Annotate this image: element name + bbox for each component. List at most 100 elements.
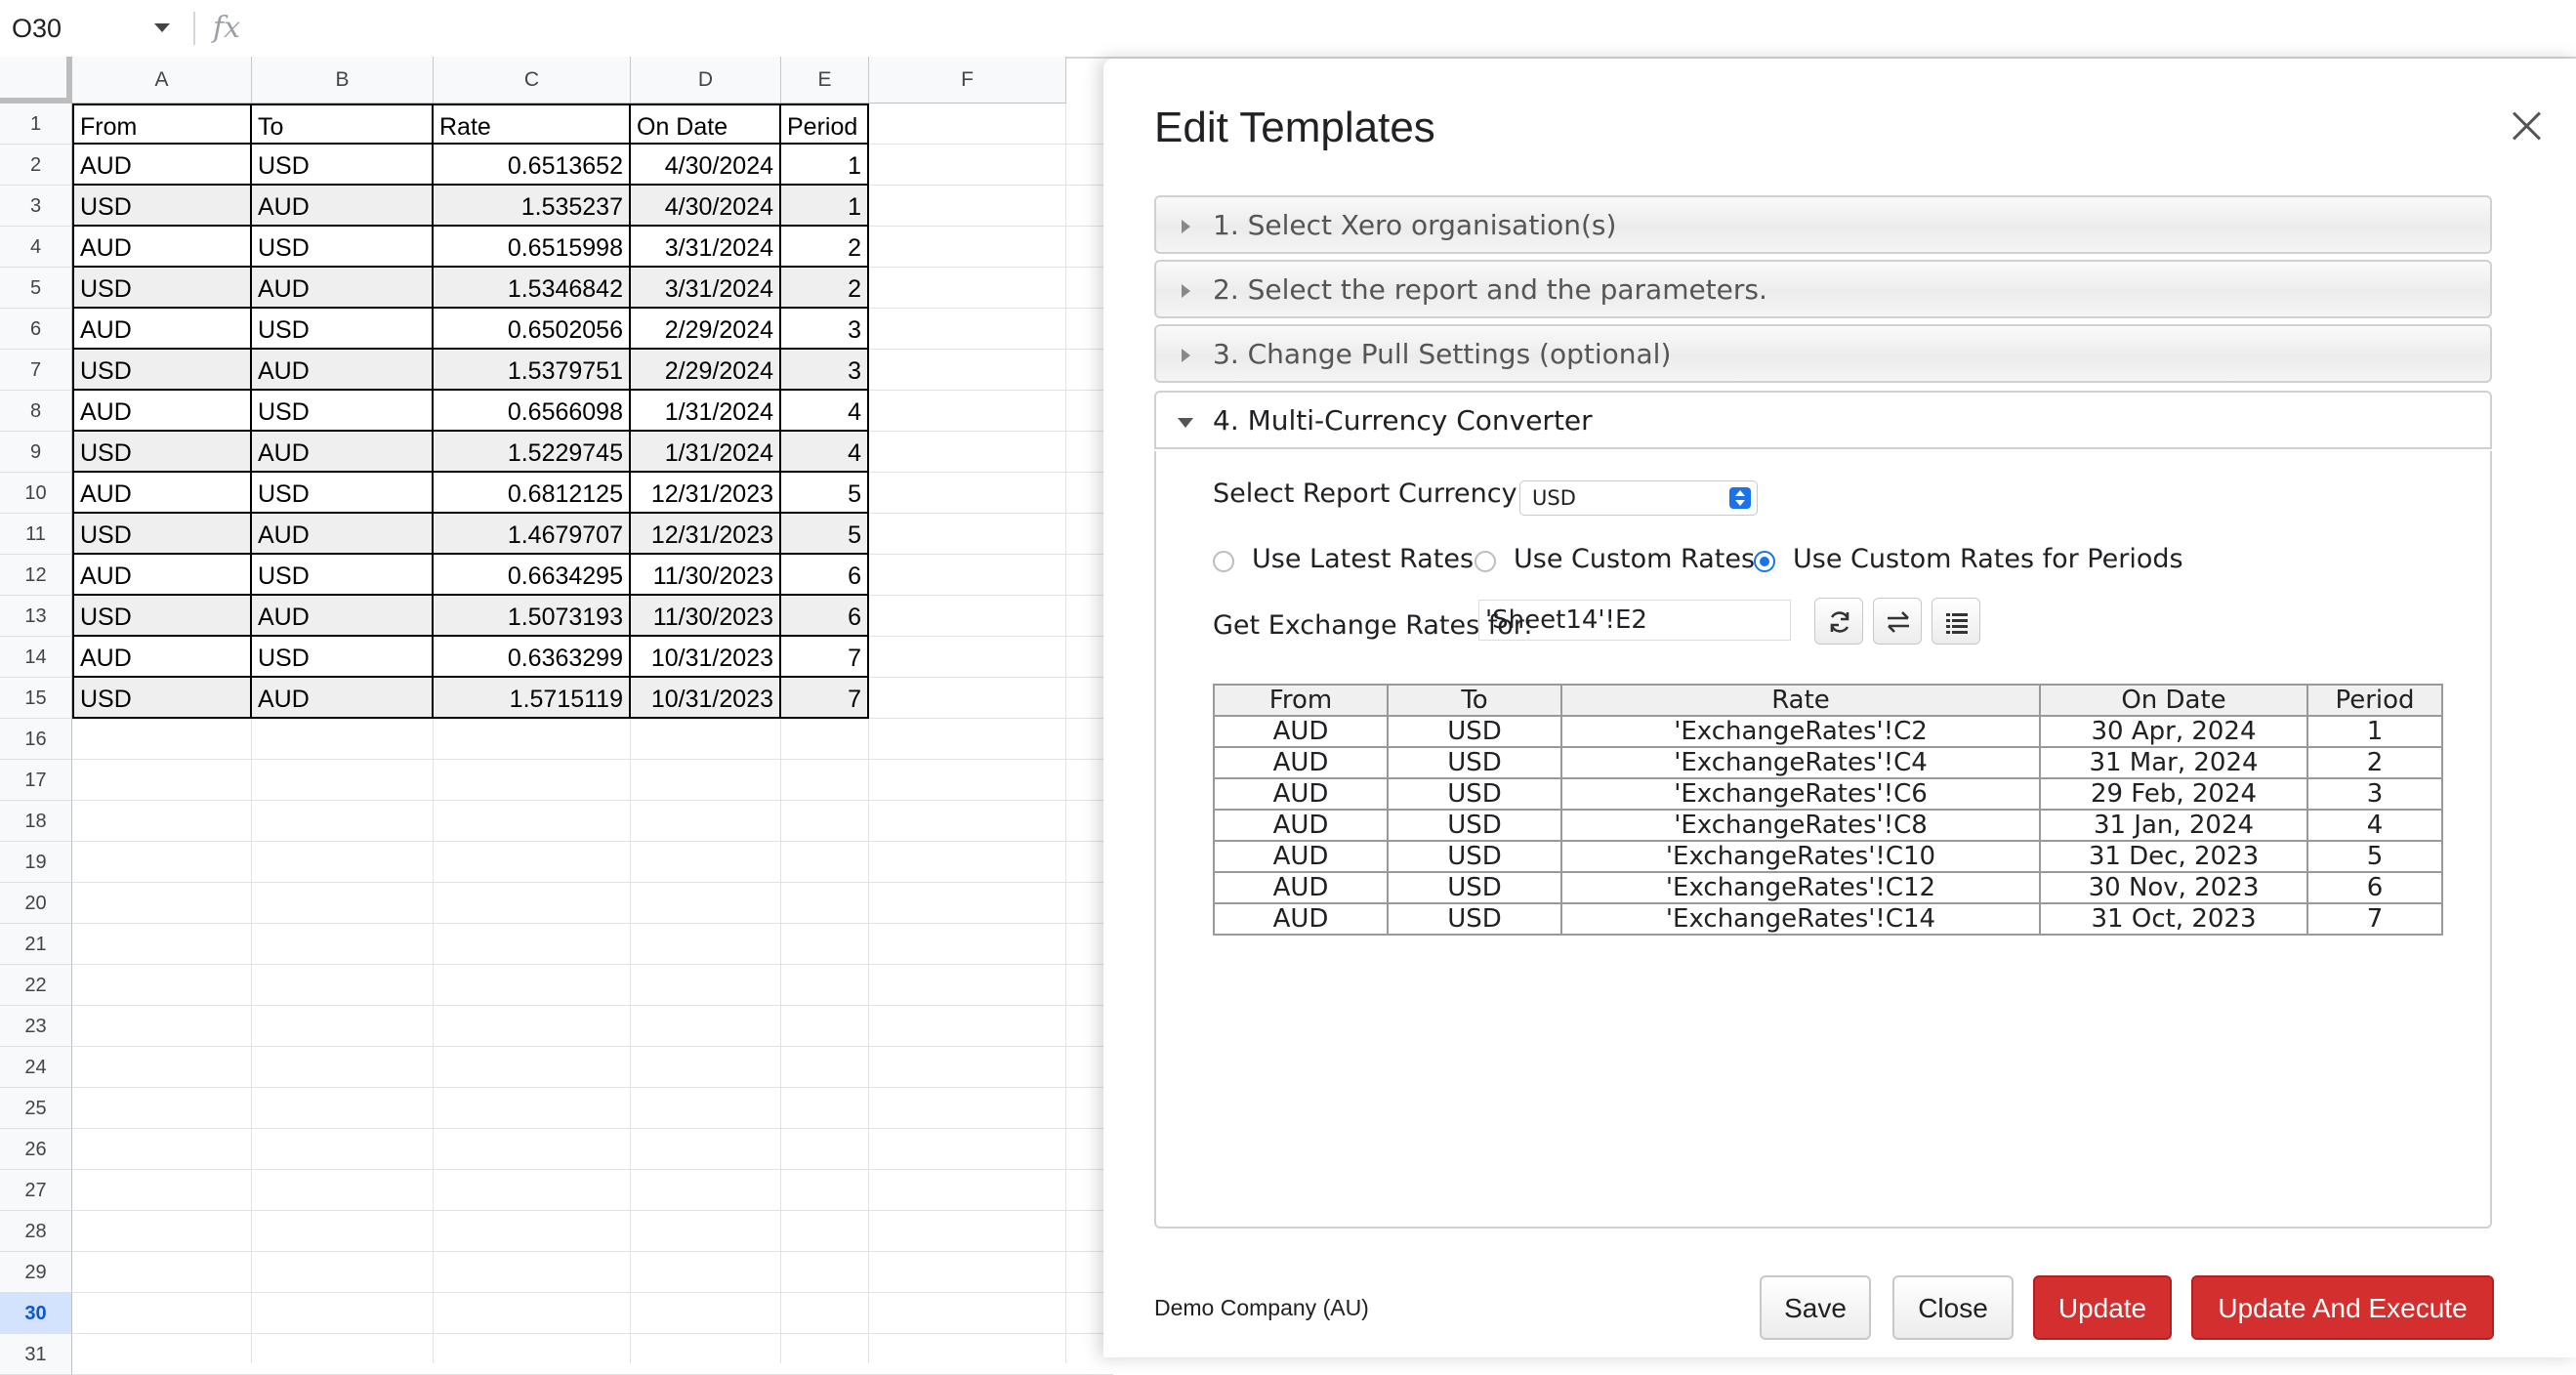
currency-select[interactable]: USD <box>1519 480 1758 516</box>
row-header[interactable]: 1 <box>0 104 72 145</box>
table-cell[interactable]: AUD <box>252 350 434 391</box>
table-cell[interactable]: AUD <box>252 514 434 555</box>
table-cell[interactable]: 3 <box>781 309 869 350</box>
header-cell[interactable]: Period <box>781 104 869 145</box>
swap-button[interactable] <box>1873 598 1922 645</box>
table-cell[interactable]: USD <box>72 596 252 637</box>
spreadsheet-grid[interactable]: ABCDEF 1 2 3 4 5 6 7 8 9 10 11 12 13 14 15 16 17 18 19 20 21… <box>0 57 1113 1375</box>
table-cell[interactable]: 0.6515998 <box>434 227 631 268</box>
table-cell[interactable]: 3 <box>781 350 869 391</box>
table-cell[interactable]: 2/29/2024 <box>631 350 781 391</box>
table-cell[interactable]: 4 <box>781 432 869 473</box>
name-box[interactable]: O30 <box>12 10 178 47</box>
table-cell[interactable]: 1.535237 <box>434 186 631 227</box>
row-header[interactable]: 14 <box>0 637 72 678</box>
table-cell[interactable]: 1.4679707 <box>434 514 631 555</box>
row-header[interactable]: 12 <box>0 555 72 596</box>
table-cell[interactable]: AUD <box>72 145 252 186</box>
row-header[interactable]: 9 <box>0 432 72 473</box>
column-header[interactable]: F <box>869 57 1066 104</box>
select-all-corner[interactable] <box>0 57 73 104</box>
row-header[interactable]: 13 <box>0 596 72 637</box>
header-cell[interactable]: Rate <box>434 104 631 145</box>
column-header[interactable]: A <box>72 57 252 104</box>
table-cell[interactable]: 0.6812125 <box>434 473 631 514</box>
row-header[interactable]: 7 <box>0 350 72 391</box>
column-header[interactable]: C <box>434 57 631 104</box>
column-header[interactable]: B <box>252 57 434 104</box>
list-button[interactable] <box>1932 598 1980 645</box>
table-cell[interactable]: USD <box>252 227 434 268</box>
row-header[interactable]: 10 <box>0 473 72 514</box>
row-header[interactable]: 16 <box>0 719 72 760</box>
table-cell[interactable]: 4 <box>781 391 869 432</box>
header-cell[interactable]: To <box>252 104 434 145</box>
radio-custom-rates[interactable] <box>1475 551 1496 572</box>
table-cell[interactable]: 1.5229745 <box>434 432 631 473</box>
table-cell[interactable]: 11/30/2023 <box>631 555 781 596</box>
table-cell[interactable]: 0.6502056 <box>434 309 631 350</box>
table-cell[interactable]: 5 <box>781 473 869 514</box>
header-cell[interactable]: On Date <box>631 104 781 145</box>
table-cell[interactable]: 6 <box>781 555 869 596</box>
save-button[interactable]: Save <box>1760 1275 1871 1340</box>
table-cell[interactable]: USD <box>72 268 252 309</box>
table-cell[interactable]: AUD <box>72 637 252 678</box>
row-header[interactable]: 31 <box>0 1334 72 1375</box>
table-cell[interactable]: 2 <box>781 227 869 268</box>
radio-custom-rates-periods[interactable] <box>1754 551 1775 572</box>
row-header[interactable]: 29 <box>0 1252 72 1293</box>
table-cell[interactable]: 7 <box>781 637 869 678</box>
row-header[interactable]: 4 <box>0 227 72 268</box>
column-header[interactable]: D <box>631 57 781 104</box>
header-cell[interactable]: From <box>72 104 252 145</box>
table-cell[interactable]: USD <box>72 678 252 719</box>
table-cell[interactable]: 0.6566098 <box>434 391 631 432</box>
table-cell[interactable]: AUD <box>72 473 252 514</box>
row-header[interactable]: 27 <box>0 1170 72 1211</box>
update-button[interactable]: Update <box>2033 1275 2172 1340</box>
table-cell[interactable]: 1/31/2024 <box>631 432 781 473</box>
table-cell[interactable]: USD <box>252 637 434 678</box>
range-input[interactable]: 'Sheet14'!E2 <box>1478 600 1791 641</box>
section-pull-settings[interactable]: 3. Change Pull Settings (optional) <box>1154 324 2492 383</box>
table-cell[interactable]: 6 <box>781 596 869 637</box>
table-cell[interactable]: 3/31/2024 <box>631 227 781 268</box>
table-cell[interactable]: USD <box>252 309 434 350</box>
table-cell[interactable]: 1/31/2024 <box>631 391 781 432</box>
radio-latest-rates[interactable] <box>1213 551 1234 572</box>
table-cell[interactable]: 10/31/2023 <box>631 678 781 719</box>
table-cell[interactable]: USD <box>252 391 434 432</box>
table-cell[interactable]: USD <box>72 186 252 227</box>
table-cell[interactable]: 1.5715119 <box>434 678 631 719</box>
row-header[interactable]: 5 <box>0 268 72 309</box>
table-cell[interactable]: AUD <box>72 227 252 268</box>
section-select-organisation[interactable]: 1. Select Xero organisation(s) <box>1154 195 2492 254</box>
table-cell[interactable]: 0.6634295 <box>434 555 631 596</box>
table-cell[interactable]: 2 <box>781 268 869 309</box>
table-cell[interactable]: AUD <box>252 186 434 227</box>
row-header[interactable]: 20 <box>0 883 72 924</box>
table-cell[interactable]: USD <box>252 145 434 186</box>
table-cell[interactable]: AUD <box>252 678 434 719</box>
table-cell[interactable]: AUD <box>252 432 434 473</box>
table-cell[interactable]: 1 <box>781 145 869 186</box>
table-cell[interactable]: 7 <box>781 678 869 719</box>
refresh-button[interactable] <box>1814 598 1863 645</box>
row-header[interactable]: 17 <box>0 760 72 801</box>
row-header[interactable]: 2 <box>0 145 72 186</box>
table-cell[interactable]: AUD <box>72 555 252 596</box>
table-cell[interactable]: 1 <box>781 186 869 227</box>
section-select-report[interactable]: 2. Select the report and the parameters. <box>1154 260 2492 318</box>
row-header[interactable]: 8 <box>0 391 72 432</box>
update-and-execute-button[interactable]: Update And Execute <box>2191 1275 2494 1340</box>
row-header[interactable]: 28 <box>0 1211 72 1252</box>
close-icon[interactable] <box>2510 109 2543 143</box>
row-header[interactable]: 24 <box>0 1047 72 1088</box>
table-cell[interactable]: AUD <box>252 268 434 309</box>
table-cell[interactable]: 0.6513652 <box>434 145 631 186</box>
section-multi-currency[interactable]: 4. Multi-Currency Converter <box>1154 391 2492 449</box>
row-header[interactable]: 23 <box>0 1006 72 1047</box>
row-header[interactable]: 15 <box>0 678 72 719</box>
table-cell[interactable]: 5 <box>781 514 869 555</box>
